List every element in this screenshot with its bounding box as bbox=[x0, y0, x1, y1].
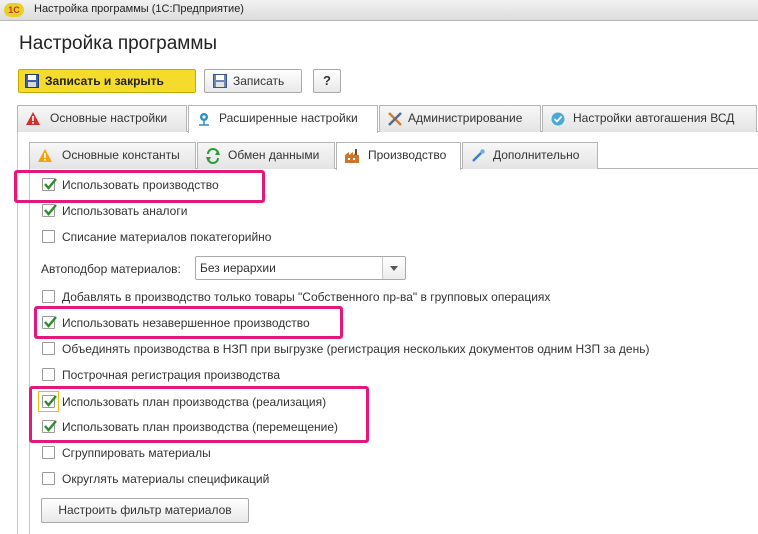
tab-label: Основные настройки bbox=[50, 111, 168, 125]
autoselect-dropdown[interactable]: Без иерархии bbox=[195, 256, 406, 280]
checkmark-icon bbox=[44, 178, 57, 190]
checkbox[interactable] bbox=[42, 178, 57, 191]
exchange-icon bbox=[206, 148, 220, 164]
option-label: Списание материалов покатегорийно bbox=[62, 230, 272, 244]
save-label: Записать bbox=[233, 74, 285, 88]
checkbox[interactable] bbox=[42, 420, 57, 433]
help-button[interactable]: ? bbox=[313, 69, 341, 93]
tab-additional[interactable]: Дополнительно bbox=[462, 142, 598, 169]
tab-basic-settings[interactable]: Основные настройки bbox=[17, 105, 187, 132]
autoselect-value: Без иерархии bbox=[200, 261, 276, 275]
window-titlebar: 1С Настройка программы (1С:Предприятие) bbox=[0, 0, 758, 21]
dropdown-arrow-button[interactable] bbox=[382, 257, 405, 279]
tab-label: Дополнительно bbox=[493, 148, 580, 162]
save-and-close-label: Записать и закрыть bbox=[45, 74, 164, 88]
save-button[interactable]: Записать bbox=[204, 69, 302, 93]
option-label: Округлять материалы спецификаций bbox=[62, 472, 270, 486]
option-label: Добавлять в производство только товары "… bbox=[62, 290, 551, 304]
tab-label: Расширенные настройки bbox=[219, 111, 358, 125]
chevron-down-icon bbox=[390, 266, 398, 271]
save-and-close-button[interactable]: Записать и закрыть bbox=[18, 69, 196, 93]
autoselect-label: Автоподбор материалов: bbox=[41, 262, 181, 276]
checkmark-icon bbox=[44, 420, 57, 432]
checkbox[interactable] bbox=[42, 472, 55, 485]
option-label: Использовать план производства (перемеще… bbox=[62, 420, 338, 434]
app-logo-icon: 1С bbox=[4, 3, 24, 17]
tab-label: Обмен данными bbox=[228, 148, 320, 162]
option-label: Использовать производство bbox=[62, 178, 219, 192]
option-label: Использовать незавершенное производство bbox=[62, 316, 310, 330]
tab-label: Администрирование bbox=[408, 111, 523, 125]
checkbox[interactable] bbox=[42, 230, 55, 243]
checkbox[interactable] bbox=[42, 316, 57, 329]
checkmark-icon bbox=[44, 316, 57, 328]
checkmark-icon bbox=[44, 204, 57, 216]
page-title: Настройка программы bbox=[19, 33, 218, 54]
tab-label: Настройки автогашения ВСД bbox=[573, 111, 735, 125]
checkbox[interactable] bbox=[42, 290, 55, 303]
tab-vsd-autoclose[interactable]: Настройки автогашения ВСД bbox=[542, 105, 757, 132]
option-label: Построчная регистрация производства bbox=[62, 368, 281, 382]
option-label: Использовать аналоги bbox=[62, 204, 188, 218]
configure-material-filter-button[interactable]: Настроить фильтр материалов bbox=[41, 498, 249, 523]
settings-node-icon bbox=[199, 113, 209, 126]
tools-icon bbox=[388, 112, 402, 126]
factory-icon bbox=[345, 149, 359, 163]
tab-label: Основные константы bbox=[62, 148, 180, 162]
checkbox[interactable] bbox=[42, 204, 57, 217]
option-label: Объединять производства в НЗП при выгруз… bbox=[62, 342, 650, 356]
pipette-icon bbox=[472, 149, 485, 162]
window-title: Настройка программы (1С:Предприятие) bbox=[34, 3, 244, 15]
tab-data-exchange[interactable]: Обмен данными bbox=[197, 142, 335, 169]
warning-icon bbox=[38, 149, 52, 162]
checkbox[interactable] bbox=[42, 342, 55, 355]
tab-administration[interactable]: Администрирование bbox=[379, 105, 541, 132]
floppy-disk-icon bbox=[213, 74, 227, 88]
warning-icon bbox=[26, 112, 40, 125]
checkbox[interactable] bbox=[42, 368, 55, 381]
floppy-disk-icon bbox=[25, 74, 39, 88]
tab-basic-constants[interactable]: Основные константы bbox=[29, 142, 196, 169]
tab-production[interactable]: Производство bbox=[336, 142, 461, 170]
checkbox[interactable] bbox=[42, 395, 57, 408]
tab-advanced-settings[interactable]: Расширенные настройки bbox=[188, 105, 378, 133]
subpanel-border bbox=[29, 168, 30, 534]
option-label: Использовать план производства (реализац… bbox=[62, 395, 327, 409]
option-label: Сгруппировать материалы bbox=[62, 446, 211, 460]
checkmark-icon bbox=[44, 395, 57, 407]
checkbox[interactable] bbox=[42, 446, 55, 459]
tab-label: Производство bbox=[368, 148, 447, 162]
vsd-check-icon bbox=[551, 112, 565, 126]
